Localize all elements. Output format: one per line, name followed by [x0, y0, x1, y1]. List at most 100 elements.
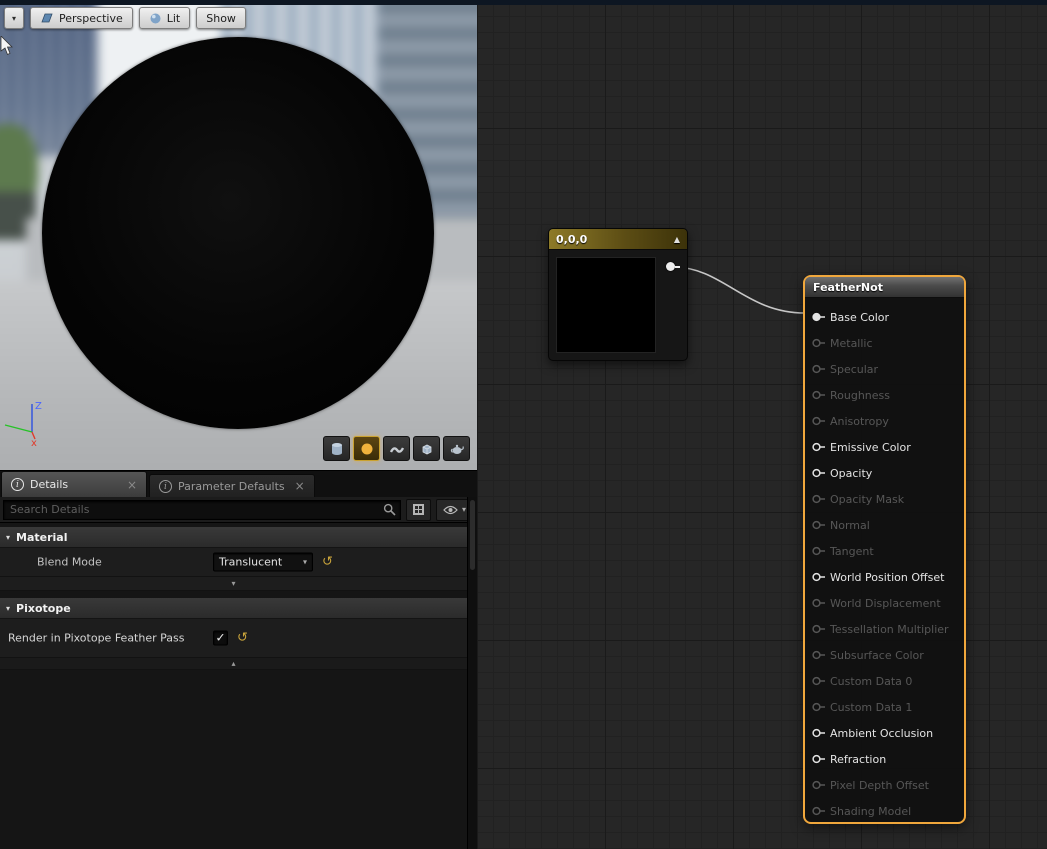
show-button[interactable]: Show	[196, 7, 246, 29]
search-details-input[interactable]	[4, 503, 383, 516]
material-input-pin[interactable]: Specular	[812, 356, 964, 382]
plane-icon	[389, 441, 405, 457]
preview-shape-buttons	[323, 436, 470, 461]
constant-color-node[interactable]: 0,0,0 ▲	[548, 228, 688, 361]
wire-basecolor	[673, 267, 805, 313]
pin-circle-icon	[812, 312, 826, 322]
blend-mode-row: Blend Mode Translucent ▾ ↺	[0, 548, 467, 577]
preview-cylinder-button[interactable]	[323, 436, 350, 461]
triangle-down-icon: ▾	[6, 604, 10, 613]
property-matrix-button[interactable]	[406, 499, 431, 521]
pin-circle-icon	[812, 702, 826, 712]
pin-label: Opacity Mask	[830, 493, 904, 506]
pin-label: Base Color	[830, 311, 889, 324]
output-pin[interactable]	[666, 262, 675, 271]
pin-label: Ambient Occlusion	[830, 727, 933, 740]
show-label: Show	[206, 12, 236, 25]
reset-to-default-icon[interactable]: ↺	[322, 556, 333, 569]
close-icon[interactable]: ×	[291, 479, 305, 493]
feather-pass-checkbox[interactable]: ✓	[213, 631, 228, 646]
reset-to-default-icon[interactable]: ↺	[237, 632, 248, 645]
material-input-pin[interactable]: Custom Data 0	[812, 668, 964, 694]
pin-label: Pixel Depth Offset	[830, 779, 929, 792]
details-search-row: ▾	[0, 497, 477, 523]
triangle-down-icon: ▾	[231, 579, 235, 588]
sphere-icon	[359, 441, 375, 457]
material-input-pin[interactable]: Anisotropy	[812, 408, 964, 434]
section-material-header[interactable]: ▾ Material	[0, 527, 467, 548]
perspective-button[interactable]: Perspective	[30, 7, 133, 29]
info-icon: i	[159, 480, 172, 493]
viewport-options-button[interactable]: ▾	[4, 7, 24, 29]
feather-pass-row: Render in Pixotope Feather Pass ✓ ↺	[0, 619, 467, 658]
material-input-pin[interactable]: Pixel Depth Offset	[812, 772, 964, 798]
preview-sphere-button[interactable]	[353, 436, 380, 461]
material-input-pin[interactable]: Refraction	[812, 746, 964, 772]
teapot-icon	[449, 441, 465, 457]
material-input-pin[interactable]: Tessellation Multiplier	[812, 616, 964, 642]
material-result-node[interactable]: FeatherNot Base Color Metallic Specular …	[803, 275, 966, 824]
pin-label: Subsurface Color	[830, 649, 924, 662]
tab-details-label: Details	[30, 478, 68, 491]
material-input-pin[interactable]: Emissive Color	[812, 434, 964, 460]
pin-label: Emissive Color	[830, 441, 911, 454]
material-input-pin[interactable]: World Displacement	[812, 590, 964, 616]
viewport-toolbar: ▾ Perspective Lit Show	[4, 7, 246, 29]
perspective-icon	[40, 12, 54, 24]
mouse-cursor-icon	[0, 36, 14, 56]
check-icon: ✓	[214, 632, 227, 645]
pin-circle-icon	[812, 598, 826, 608]
preview-teapot-button[interactable]	[443, 436, 470, 461]
color-swatch[interactable]	[556, 257, 656, 353]
tab-details[interactable]: i Details ×	[1, 471, 147, 497]
constant-node-header[interactable]: 0,0,0 ▲	[549, 229, 687, 250]
window-top-strip	[0, 0, 1047, 5]
material-input-pin[interactable]: Base Color	[812, 304, 964, 330]
tab-parameter-defaults-label: Parameter Defaults	[178, 480, 285, 493]
collapse-expander[interactable]: ▴	[0, 658, 467, 670]
material-input-pin[interactable]: World Position Offset	[812, 564, 964, 590]
pin-circle-icon	[812, 728, 826, 738]
advanced-expander[interactable]: ▾	[0, 577, 467, 591]
blend-mode-value: Translucent	[219, 556, 282, 569]
left-pane: ▾ Perspective Lit Show	[0, 0, 477, 849]
pin-label: Roughness	[830, 389, 890, 402]
pin-label: Specular	[830, 363, 878, 376]
preview-plane-button[interactable]	[383, 436, 410, 461]
pin-label: Custom Data 1	[830, 701, 912, 714]
material-graph[interactable]: 0,0,0 ▲ FeatherNot Base Color Metallic	[477, 0, 1047, 849]
preview-cube-button[interactable]	[413, 436, 440, 461]
material-input-pin[interactable]: Metallic	[812, 330, 964, 356]
preview-mesh-sphere[interactable]	[42, 37, 434, 429]
material-pin-list: Base Color Metallic Specular Roughness A…	[805, 298, 964, 824]
material-input-pin[interactable]: Tangent	[812, 538, 964, 564]
lit-label: Lit	[167, 12, 181, 25]
material-input-pin[interactable]: Opacity	[812, 460, 964, 486]
tab-parameter-defaults[interactable]: i Parameter Defaults ×	[149, 474, 315, 497]
pin-circle-icon	[812, 546, 826, 556]
material-editor-window: ▾ Perspective Lit Show	[0, 0, 1047, 849]
lit-button[interactable]: Lit	[139, 7, 191, 29]
preview-viewport[interactable]: ▾ Perspective Lit Show	[0, 0, 477, 470]
chevron-down-icon: ▾	[303, 558, 307, 567]
close-icon[interactable]: ×	[123, 478, 137, 492]
material-node-header[interactable]: FeatherNot	[805, 277, 964, 298]
triangle-down-icon: ▾	[6, 533, 10, 542]
material-input-pin[interactable]: Roughness	[812, 382, 964, 408]
material-input-pin[interactable]: Opacity Mask	[812, 486, 964, 512]
material-input-pin[interactable]: Ambient Occlusion	[812, 720, 964, 746]
pin-circle-icon	[812, 442, 826, 452]
material-input-pin[interactable]: Custom Data 1	[812, 694, 964, 720]
triangle-up-icon[interactable]: ▲	[674, 235, 680, 244]
material-input-pin[interactable]: Subsurface Color	[812, 642, 964, 668]
search-icon	[383, 503, 396, 516]
blend-mode-dropdown[interactable]: Translucent ▾	[213, 553, 313, 572]
pin-circle-icon	[812, 676, 826, 686]
pin-label: Anisotropy	[830, 415, 889, 428]
section-pixotope-header[interactable]: ▾ Pixotope	[0, 598, 467, 619]
material-input-pin[interactable]: Shading Model	[812, 798, 964, 824]
pin-circle-icon	[812, 390, 826, 400]
material-input-pin[interactable]: Normal	[812, 512, 964, 538]
axis-gizmo: Z x	[2, 394, 60, 448]
details-scrollbar[interactable]	[467, 497, 477, 849]
